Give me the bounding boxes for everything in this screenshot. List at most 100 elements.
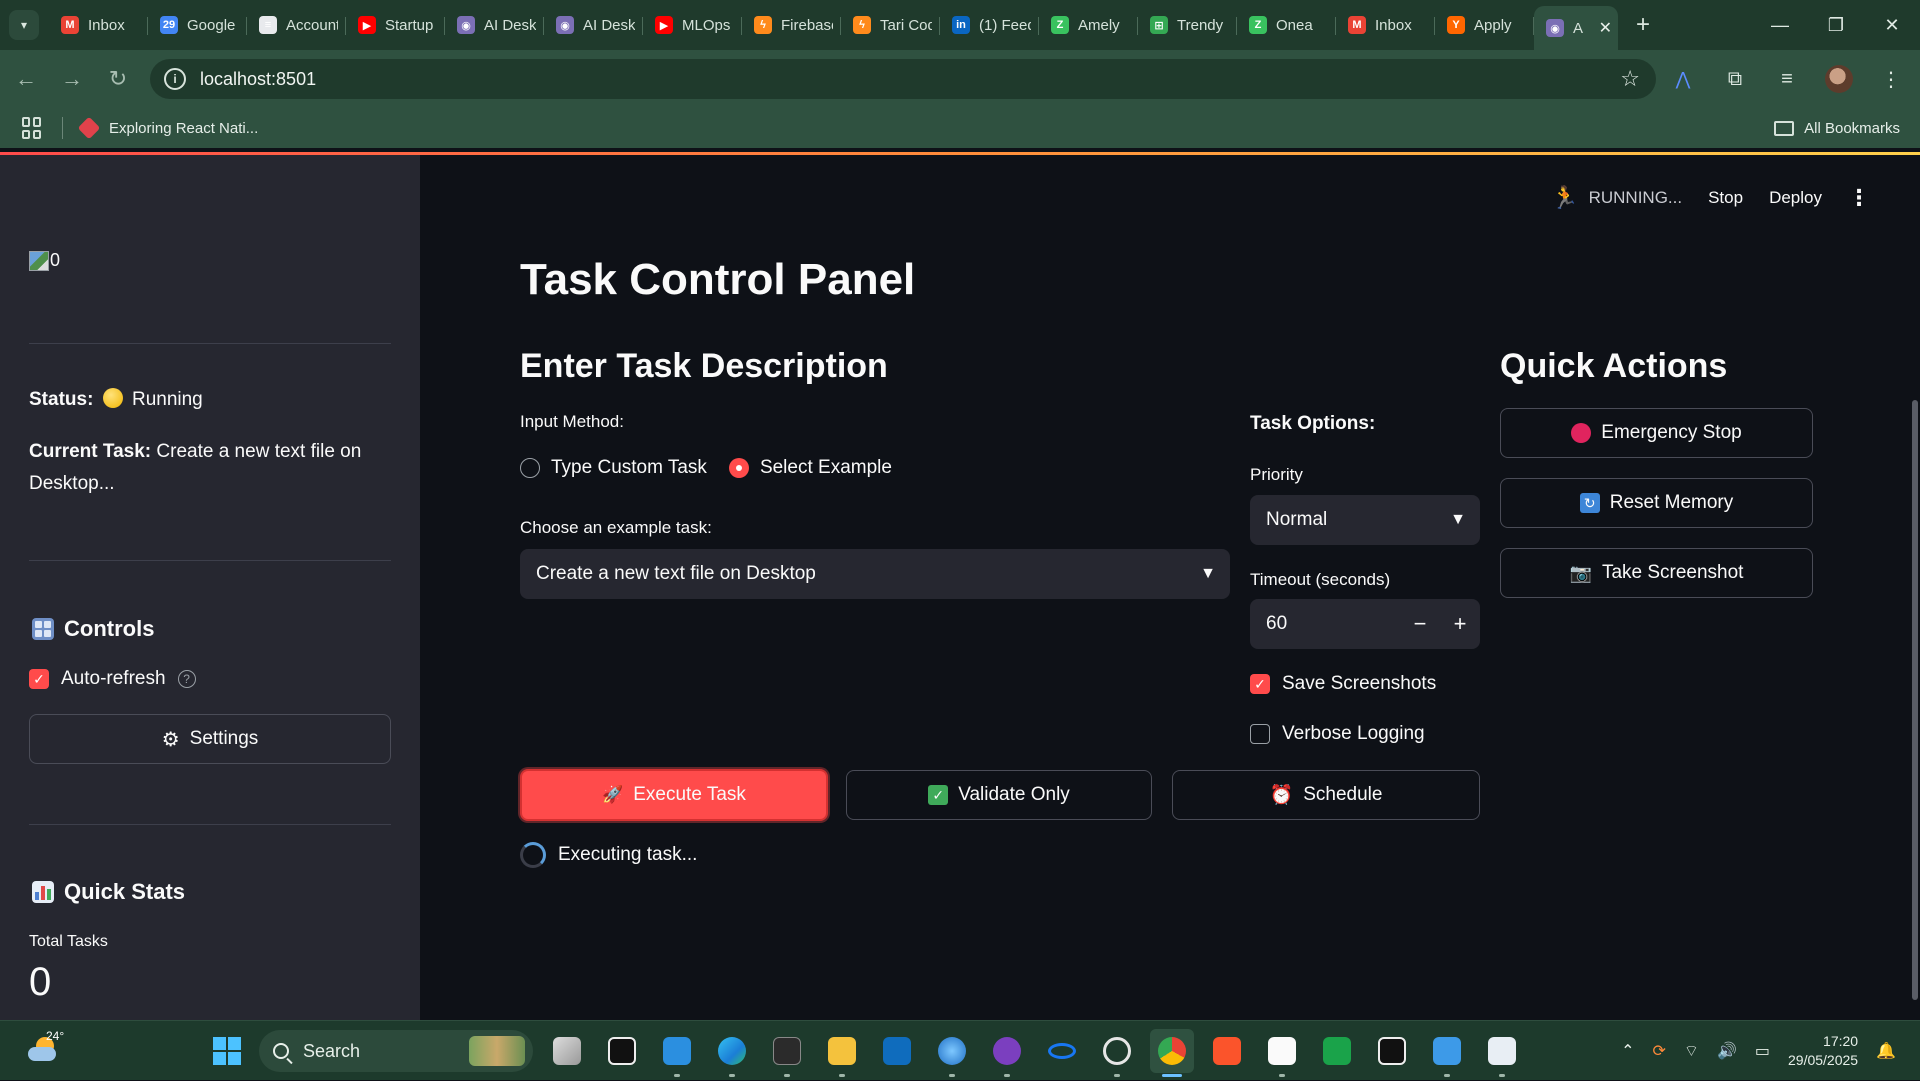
green-app-icon[interactable]	[1315, 1029, 1359, 1073]
browser-tab[interactable]: ϟ Firebase	[742, 5, 841, 45]
radio-unselected-icon[interactable]	[520, 458, 540, 478]
main-scrollbar[interactable]	[1912, 400, 1918, 1000]
browser-tab[interactable]: ▶ MLOps	[643, 5, 742, 45]
puzzle-extensions-icon[interactable]: ⧉	[1716, 59, 1754, 99]
clock[interactable]: 17:20 29/05/2025	[1788, 1032, 1858, 1070]
profile-avatar[interactable]	[1820, 59, 1858, 99]
cube-app-icon[interactable]	[1370, 1029, 1414, 1073]
browser-tab[interactable]: Y Apply	[1435, 5, 1534, 45]
save-screenshots-checkbox[interactable]: ✓ Save Screenshots	[1250, 673, 1436, 695]
schedule-button[interactable]: ⏰ Schedule	[1172, 770, 1480, 820]
auto-refresh-checkbox[interactable]: ✓ Auto-refresh ?	[29, 668, 196, 690]
globe-app-icon[interactable]	[930, 1029, 974, 1077]
chatgpt-icon[interactable]	[1095, 1029, 1139, 1077]
apps-grid-icon[interactable]	[22, 117, 44, 139]
main-menu-icon[interactable]: ⋮	[1848, 185, 1870, 211]
deploy-button[interactable]: Deploy	[1769, 188, 1822, 208]
restore-icon[interactable]: ❐	[1808, 0, 1864, 50]
radio-selected-icon[interactable]	[728, 458, 749, 478]
browser-menu-icon[interactable]: ⋮	[1872, 59, 1910, 99]
decrement-button[interactable]: −	[1400, 611, 1440, 637]
browser-tab-active[interactable]: ◉ A ✕	[1534, 6, 1618, 50]
validate-only-label: Validate Only	[958, 784, 1070, 805]
weather-widget[interactable]: 24°	[28, 1029, 64, 1065]
radio-select-example[interactable]: Select Example	[728, 457, 892, 479]
bookmark-react-native[interactable]: Exploring React Nati...	[77, 116, 258, 140]
browser-tab[interactable]: M Inbox	[1336, 5, 1435, 45]
sync-icon[interactable]: ⟳	[1653, 1041, 1666, 1061]
bookmark-star-icon[interactable]: ☆	[1620, 66, 1640, 92]
cube-app-icon[interactable]	[600, 1029, 644, 1073]
windows-start-icon[interactable]	[213, 1037, 241, 1065]
wifi-icon[interactable]: ⌔	[1684, 1041, 1699, 1061]
chrome-icon[interactable]	[1150, 1029, 1194, 1077]
timeout-number-input[interactable]: 60 − +	[1250, 599, 1480, 649]
browser-tab[interactable]: in (1) Feed	[940, 5, 1039, 45]
volume-icon[interactable]: 🔊	[1717, 1041, 1737, 1061]
timeout-value[interactable]: 60	[1250, 613, 1400, 635]
github-desktop-icon[interactable]	[985, 1029, 1029, 1077]
extension-icon[interactable]: ⋀	[1664, 59, 1702, 99]
browser-tab[interactable]: Z Onea	[1237, 5, 1336, 45]
controls-heading-text: Controls	[64, 616, 155, 641]
help-tooltip-icon[interactable]: ?	[177, 670, 196, 688]
browser-tab[interactable]: ▶ Startup	[346, 5, 445, 45]
bar-chart-icon	[32, 881, 54, 903]
close-window-icon[interactable]: ✕	[1864, 0, 1920, 50]
minimize-icon[interactable]: —	[1752, 0, 1808, 50]
tab-search-button[interactable]: ▾	[9, 10, 39, 40]
execute-task-button[interactable]: 🚀 Execute Task	[520, 769, 828, 821]
notepad-icon[interactable]	[1425, 1029, 1469, 1077]
edge-icon[interactable]	[710, 1029, 754, 1077]
browser-tab[interactable]: M Inbox	[49, 5, 148, 45]
browser-tab[interactable]: ϟ Tari Code	[841, 5, 940, 45]
vscode-icon[interactable]	[655, 1029, 699, 1077]
reload-button[interactable]: ↻	[98, 59, 138, 99]
stop-button[interactable]: Stop	[1708, 188, 1743, 208]
chevron-up-icon[interactable]: ⌃	[1621, 1041, 1634, 1061]
browser-tab[interactable]: Z Amely	[1039, 5, 1138, 45]
browser-tab[interactable]: ⊞ Trendy	[1138, 5, 1237, 45]
checkbox-checked-icon[interactable]: ✓	[29, 669, 49, 689]
acrobat-icon[interactable]	[1260, 1029, 1304, 1077]
site-info-icon[interactable]: i	[164, 68, 186, 90]
meta-icon[interactable]	[1040, 1029, 1084, 1073]
browser-tab[interactable]: ≡ Account	[247, 5, 346, 45]
media-control-icon[interactable]: ≡	[1768, 59, 1806, 99]
checkbox-checked-icon[interactable]: ✓	[1250, 674, 1270, 694]
close-tab-icon[interactable]: ✕	[1599, 18, 1612, 38]
example-task-select[interactable]: Create a new text file on Desktop ▼	[520, 549, 1230, 599]
task-view-icon[interactable]	[545, 1029, 589, 1073]
take-screenshot-button[interactable]: 📷 Take Screenshot	[1500, 548, 1813, 598]
all-bookmarks-button[interactable]: All Bookmarks	[1774, 120, 1900, 137]
increment-button[interactable]: +	[1440, 611, 1480, 637]
snipping-tool-icon[interactable]	[1480, 1029, 1524, 1077]
emergency-stop-button[interactable]: Emergency Stop	[1500, 408, 1813, 458]
browser-tab[interactable]: 29 Google Calendar	[148, 5, 247, 45]
browser-tab[interactable]: ◉ AI Desktop	[544, 5, 643, 45]
radio-type-custom-task[interactable]: Type Custom Task	[520, 457, 707, 479]
all-bookmarks-label: All Bookmarks	[1804, 119, 1900, 137]
terminal-icon[interactable]	[765, 1029, 809, 1077]
address-bar[interactable]: i localhost:8501 ☆	[150, 59, 1656, 99]
priority-label: Priority	[1250, 465, 1303, 484]
verbose-logging-checkbox[interactable]: Verbose Logging	[1250, 723, 1425, 745]
url-text[interactable]: localhost:8501	[200, 69, 316, 90]
settings-button[interactable]: ⚙ Settings	[29, 714, 391, 764]
new-tab-button[interactable]: +	[1626, 8, 1660, 42]
browser-tab[interactable]: ◉ AI Desktop	[445, 5, 544, 45]
notification-bell-icon[interactable]: 🔔	[1876, 1041, 1896, 1061]
brave-icon[interactable]	[1205, 1029, 1249, 1073]
ai-app-icon: ◉	[1546, 19, 1564, 37]
outlook-icon[interactable]	[875, 1029, 919, 1073]
reset-memory-button[interactable]: ↻ Reset Memory	[1500, 478, 1813, 528]
priority-select[interactable]: Normal ▼	[1250, 495, 1480, 545]
forward-button[interactable]: →	[52, 59, 92, 99]
battery-icon[interactable]: ▭	[1755, 1041, 1770, 1061]
green-app-icon: Z	[1249, 16, 1267, 34]
validate-only-button[interactable]: ✓ Validate Only	[846, 770, 1152, 820]
checkbox-unchecked-icon[interactable]	[1250, 724, 1270, 744]
file-explorer-icon[interactable]	[820, 1029, 864, 1077]
taskbar-search-box[interactable]: Search	[259, 1030, 533, 1072]
back-button[interactable]: ←	[6, 59, 46, 99]
